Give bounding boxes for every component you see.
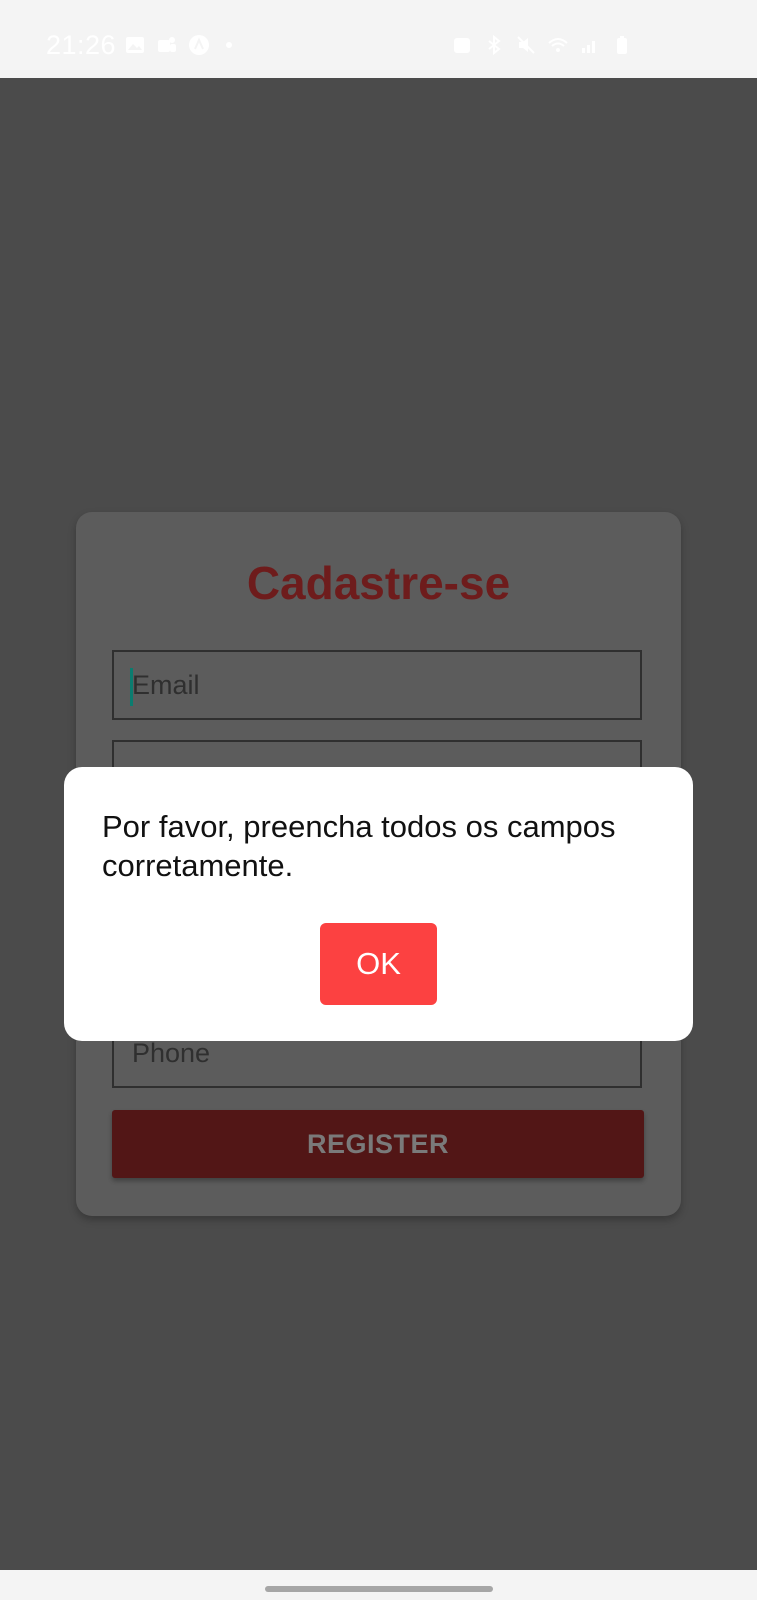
bluetooth-icon (488, 34, 501, 56)
status-bar: 21:26 (0, 0, 757, 78)
register-title: Cadastre-se (246, 557, 511, 609)
alarm-icon (454, 38, 470, 53)
wifi-icon (548, 38, 568, 52)
phone-placeholder: Phone (132, 1038, 211, 1068)
ok-button[interactable]: OK (320, 923, 437, 1005)
email-field[interactable]: Email (112, 650, 642, 720)
email-placeholder: Email (132, 670, 200, 700)
dialog-message: Por favor, preencha todos os campos corr… (102, 809, 616, 883)
dimmed-background[interactable]: Cadastre-se Email Phone REGISTER Por fav… (0, 78, 757, 1570)
alert-dialog: Por favor, preencha todos os campos corr… (64, 767, 693, 1041)
signal-icon (582, 41, 595, 53)
battery-icon (617, 36, 627, 54)
teams-icon (158, 37, 176, 52)
app-icon (189, 35, 209, 55)
home-handle[interactable] (265, 1586, 493, 1592)
mute-icon (517, 36, 535, 54)
status-right-icons (451, 34, 633, 56)
register-button[interactable]: REGISTER (112, 1110, 644, 1178)
navigation-bar (0, 1570, 757, 1600)
notification-dot-icon (226, 42, 232, 48)
status-left-icons (124, 34, 232, 56)
status-time: 21:26 (46, 30, 117, 60)
gallery-icon (126, 37, 144, 53)
